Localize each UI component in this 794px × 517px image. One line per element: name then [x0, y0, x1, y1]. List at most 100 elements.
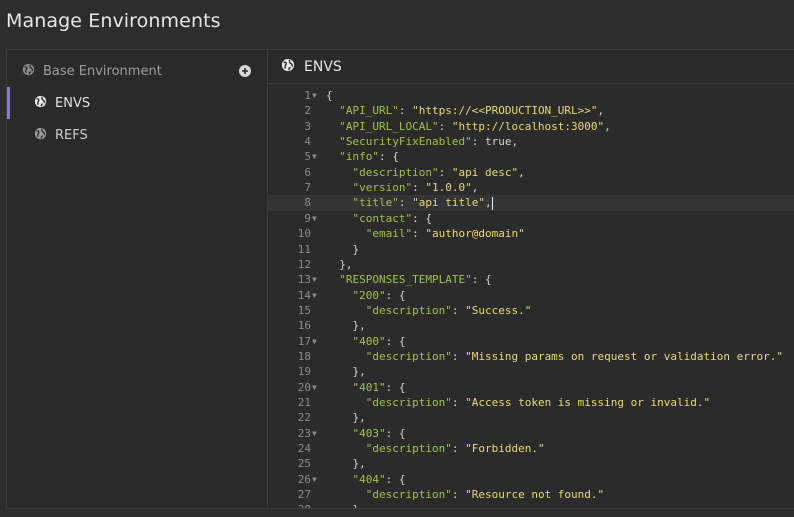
editor-header: ENVS — [268, 50, 794, 84]
code-line[interactable]: 17 ▼ "400": { — [268, 334, 794, 349]
json-punctuation: }, — [326, 503, 365, 508]
line-number: 21 — [297, 396, 311, 409]
line-number: 4 — [304, 135, 311, 149]
code-line[interactable]: 28 }, — [268, 502, 794, 508]
json-key: "description" — [365, 349, 452, 363]
json-punctuation: : { — [385, 334, 406, 348]
fold-arrow-icon[interactable]: ▼ — [312, 426, 317, 441]
json-string: "api title" — [412, 196, 485, 210]
code-line[interactable]: 16 }, — [268, 318, 794, 333]
code-line[interactable]: 26 ▼ "404": { — [268, 472, 794, 487]
code-line[interactable]: 21 "description": "Access token is missi… — [268, 395, 794, 410]
json-punctuation — [326, 104, 339, 117]
json-key: "version" — [352, 181, 413, 195]
line-number: 2 — [304, 104, 311, 118]
json-punctuation — [326, 135, 339, 148]
line-number: 12 — [297, 257, 311, 271]
code-line[interactable]: 24 "description": "Forbidden." — [268, 441, 794, 456]
code-text: "info": { — [326, 149, 399, 164]
code-line[interactable]: 2 "API_URL": "https://<<PRODUCTION_URL>>… — [268, 103, 794, 118]
code-editor[interactable]: 1 ▼{2 "API_URL": "https://<<PRODUCTION_UR… — [268, 84, 794, 508]
json-punctuation — [326, 396, 366, 409]
code-line[interactable]: 14 ▼ "200": { — [268, 288, 794, 303]
text-cursor — [491, 196, 493, 210]
json-key: "description" — [365, 488, 452, 502]
line-number: 7 — [304, 181, 311, 195]
code-line[interactable]: 19 }, — [268, 364, 794, 379]
environment-editor-pane: ENVS 1 ▼{2 "API_URL": "https://<<PRODUCTI… — [268, 50, 794, 508]
json-punctuation: : { — [412, 211, 432, 225]
code-line[interactable]: 12 }, — [268, 257, 794, 272]
json-punctuation: : { — [385, 380, 406, 394]
code-text: "title": "api title", — [326, 195, 493, 210]
line-number: 14 — [297, 288, 311, 302]
sidebar-item-refs[interactable]: REFS — [7, 119, 267, 151]
json-punctuation: { — [326, 89, 333, 102]
code-line[interactable]: 7 "version": "1.0.0", — [268, 180, 794, 195]
json-punctuation: }, — [326, 411, 366, 425]
editor-title: ENVS — [304, 58, 342, 75]
json-key: "404" — [352, 472, 386, 486]
code-text: "contact": { — [326, 211, 432, 226]
json-string: "Forbidden." — [465, 442, 545, 456]
line-number: 28 — [268, 502, 311, 508]
add-environment-icon[interactable] — [239, 65, 251, 77]
sidebar-item-base-environment[interactable]: Base Environment — [7, 55, 267, 87]
code-line[interactable]: 22 }, — [268, 410, 794, 425]
fold-arrow-icon[interactable]: ▼ — [312, 380, 317, 395]
code-line[interactable]: 27 "description": "Resource not found." — [268, 487, 794, 502]
code-line[interactable]: 6 "description": "api desc", — [268, 165, 794, 180]
environments-panel: Base Environment ENVS REFS ENVS 1 ▼{2 "A… — [6, 49, 794, 509]
fold-arrow-icon[interactable]: ▼ — [312, 472, 317, 487]
json-punctuation — [326, 196, 353, 209]
fold-arrow-icon[interactable]: ▼ — [312, 272, 317, 287]
line-number: 8 — [304, 196, 311, 210]
code-line[interactable]: 18 "description": "Missing params on req… — [268, 349, 794, 364]
code-text: "400": { — [326, 334, 406, 349]
code-line[interactable]: 1 ▼ { — [268, 88, 794, 103]
json-punctuation: : true, — [471, 135, 519, 149]
line-number: 26 — [297, 472, 311, 486]
json-key: "info" — [339, 150, 379, 164]
json-punctuation — [326, 227, 366, 240]
code-line[interactable]: 20 ▼ "401": { — [268, 380, 794, 395]
code-text: }, — [326, 318, 365, 333]
code-line[interactable]: 11 } — [268, 242, 794, 257]
line-number: 13 — [297, 273, 311, 287]
code-line[interactable]: 15 "description": "Success." — [268, 303, 794, 318]
code-line[interactable]: 5 ▼ "info": { — [268, 149, 794, 164]
code-line[interactable]: 13 ▼ "RESPONSES_TEMPLATE": { — [268, 272, 794, 287]
json-punctuation — [326, 120, 339, 133]
json-punctuation: : — [398, 196, 413, 210]
fold-arrow-icon[interactable]: ▼ — [312, 211, 317, 226]
code-text: }, — [326, 456, 365, 471]
sidebar-item-envs[interactable]: ENVS — [7, 87, 267, 119]
json-punctuation: : { — [385, 472, 406, 486]
code-text: "404": { — [326, 472, 406, 487]
json-punctuation: : — [451, 488, 466, 502]
code-text: }, — [326, 257, 352, 272]
json-punctuation — [326, 427, 353, 440]
code-line[interactable]: 25 }, — [268, 456, 794, 471]
code-line[interactable]: 9 ▼ "contact": { — [268, 211, 794, 226]
code-line[interactable]: 23 ▼ "403": { — [268, 426, 794, 441]
fold-arrow-icon[interactable]: ▼ — [312, 149, 317, 164]
code-text: "description": "Forbidden." — [326, 441, 545, 456]
json-key: "email" — [365, 227, 413, 241]
code-line[interactable]: 3 "API_URL_LOCAL": "http://localhost:300… — [268, 119, 794, 134]
line-number: 5 — [304, 150, 311, 164]
fold-arrow-icon[interactable]: ▼ — [312, 88, 317, 103]
fold-arrow-icon[interactable]: ▼ — [312, 288, 317, 303]
code-line[interactable]: 4 "SecurityFixEnabled": true, — [268, 134, 794, 149]
code-line[interactable]: 10 "email": "author@domain" — [268, 226, 794, 241]
line-number: 6 — [304, 165, 311, 179]
line-number: 10 — [297, 227, 311, 241]
json-punctuation: , — [471, 181, 479, 195]
code-line[interactable]: 8 "title": "api title", — [268, 195, 794, 211]
line-number: 25 — [297, 457, 311, 471]
code-text: "email": "author@domain" — [326, 226, 525, 241]
active-indicator — [7, 87, 10, 119]
json-punctuation: : — [451, 303, 466, 317]
code-text: }, — [326, 410, 366, 425]
fold-arrow-icon[interactable]: ▼ — [312, 334, 317, 349]
